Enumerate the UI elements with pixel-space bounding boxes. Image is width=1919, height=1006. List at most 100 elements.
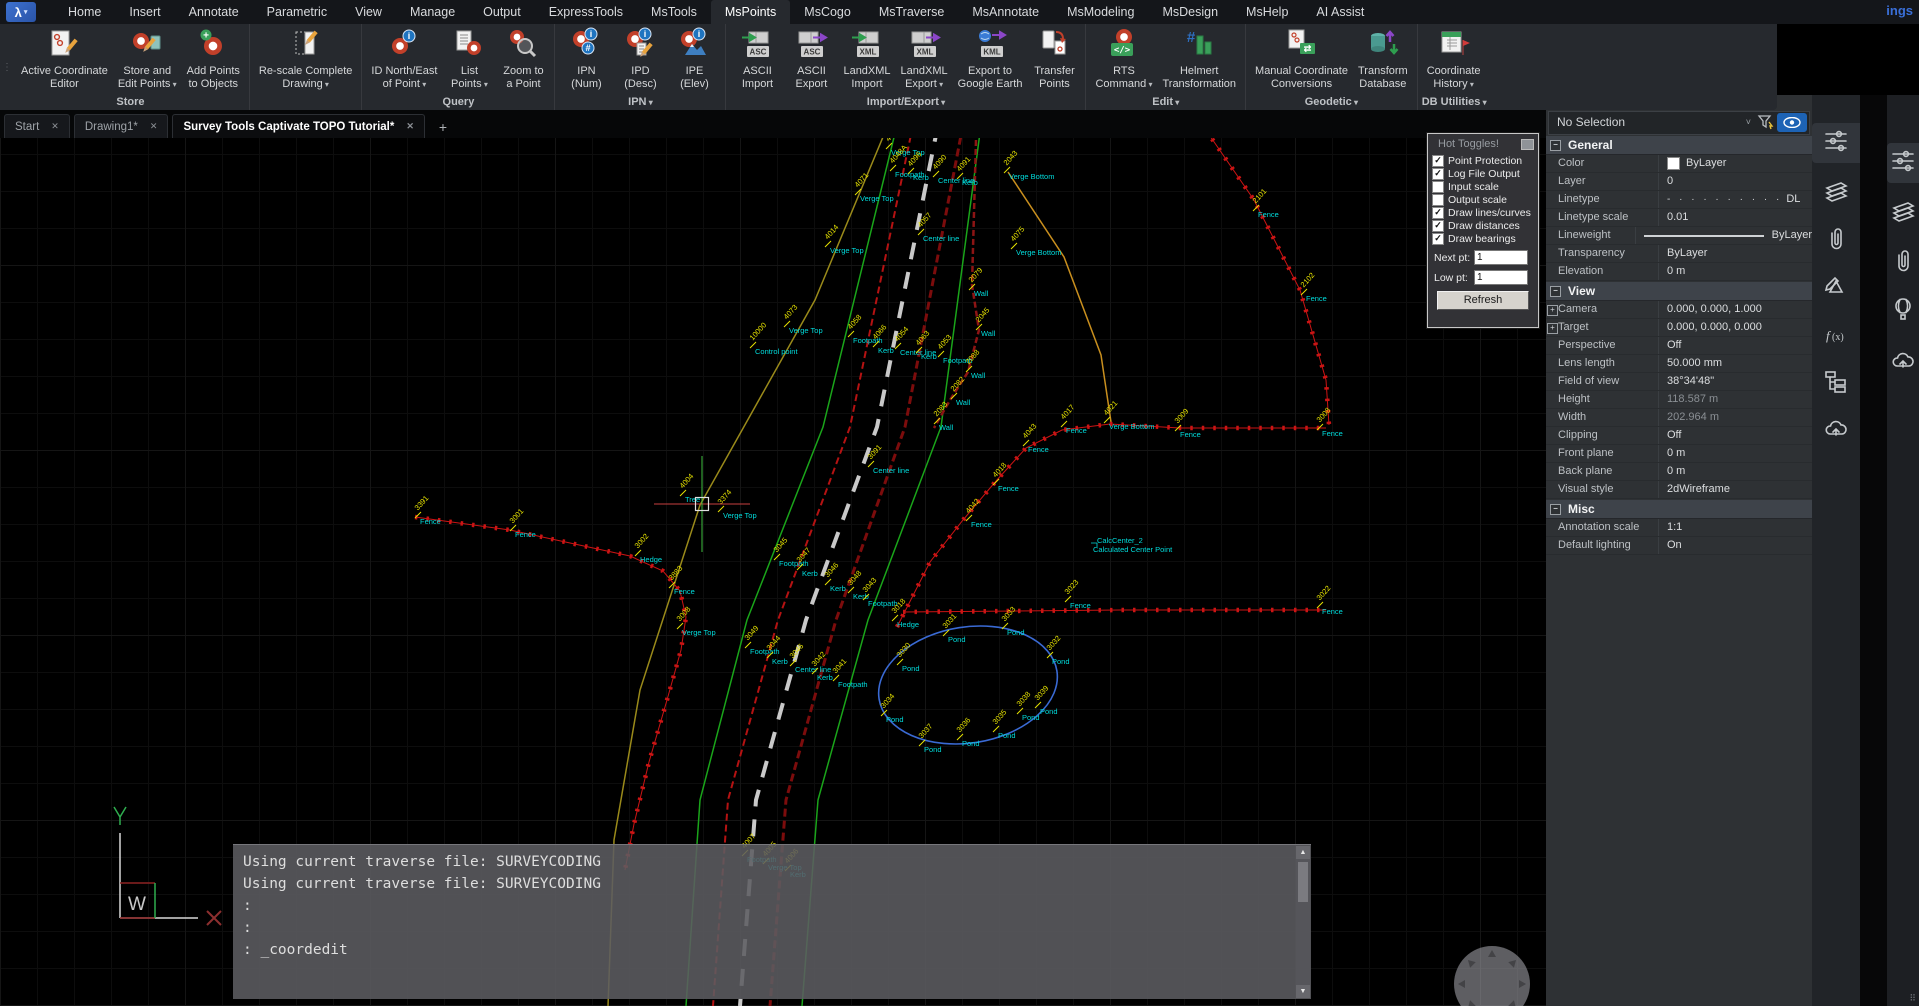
menu-item-output[interactable]: Output xyxy=(469,0,535,24)
toggle-output-scale[interactable]: Output scale xyxy=(1432,193,1538,206)
scroll-up-icon[interactable]: ▲ xyxy=(1296,846,1310,859)
ribbon-button-id-north-east-of-point[interactable]: iID North/Eastof Point ▾ xyxy=(366,26,442,92)
menu-item-mspoints[interactable]: MsPoints xyxy=(711,0,790,24)
property-value[interactable]: 38°34'48" xyxy=(1659,373,1812,390)
ribbon-group-label[interactable]: IPN ▾ xyxy=(559,95,721,110)
resize-grip[interactable]: ⠿ xyxy=(1909,993,1917,1004)
property-value[interactable]: Off xyxy=(1659,337,1812,354)
document-tab-2[interactable]: Survey Tools Captivate TOPO Tutorial*✕ xyxy=(172,114,424,138)
checkbox-icon[interactable] xyxy=(1432,181,1444,193)
command-history[interactable]: Using current traverse file: SURVEYCODIN… xyxy=(243,851,1291,961)
ribbon-button-landxml-export[interactable]: XMLLandXMLExport ▾ xyxy=(896,26,953,92)
new-tab-button[interactable]: + xyxy=(433,119,453,138)
property-value[interactable]: 0 m xyxy=(1659,463,1812,480)
command-line-panel[interactable]: Using current traverse file: SURVEYCODIN… xyxy=(233,844,1311,999)
property-value[interactable]: 0.000, 0.000, 1.000 xyxy=(1659,301,1812,318)
menu-item-mstools[interactable]: MsTools xyxy=(637,0,711,24)
property-value[interactable]: 0 xyxy=(1659,173,1812,190)
close-icon[interactable]: ✕ xyxy=(150,121,158,132)
ribbon-button-ascii-export[interactable]: ASCASCIIExport xyxy=(784,26,838,91)
toggle-log-file-output[interactable]: ✓Log File Output xyxy=(1432,167,1538,180)
menu-item-view[interactable]: View xyxy=(341,0,396,24)
property-value[interactable]: 0.01 xyxy=(1659,209,1812,226)
cloud-panel-tab[interactable] xyxy=(1887,343,1919,383)
checkbox-icon[interactable]: ✓ xyxy=(1432,168,1444,180)
collapse-icon[interactable]: − xyxy=(1550,140,1561,151)
scrollbar-thumb[interactable] xyxy=(1298,862,1308,902)
checkbox-icon[interactable]: ✓ xyxy=(1432,207,1444,219)
menu-item-expresstools[interactable]: ExpressTools xyxy=(535,0,637,24)
collapse-icon[interactable]: − xyxy=(1550,286,1561,297)
ribbon-button-manual-coordinate-conversions[interactable]: ⇄Manual CoordinateConversions xyxy=(1250,26,1353,91)
menu-item-parametric[interactable]: Parametric xyxy=(253,0,341,24)
expand-icon[interactable]: + xyxy=(1547,323,1558,334)
ribbon-group-label[interactable]: Geodetic ▾ xyxy=(1250,95,1413,110)
property-value[interactable]: 0 m xyxy=(1659,445,1812,462)
menu-item-annotate[interactable]: Annotate xyxy=(175,0,253,24)
ribbon-button-ipn-num-[interactable]: i#IPN(Num) xyxy=(559,26,613,91)
section-header[interactable]: −Misc xyxy=(1546,500,1812,519)
ribbon-button-active-coordinate-editor[interactable]: Active CoordinateEditor xyxy=(16,26,113,91)
ribbon-button-transform-database[interactable]: TransformDatabase xyxy=(1353,26,1413,91)
ribbon-button-re-scale-complete-drawing[interactable]: Re-scale CompleteDrawing ▾ xyxy=(254,26,358,92)
cloud-panel-tab[interactable] xyxy=(1812,411,1860,451)
menu-item-mshelp[interactable]: MsHelp xyxy=(1232,0,1302,24)
menu-item-msmodeling[interactable]: MsModeling xyxy=(1053,0,1148,24)
selection-dropdown[interactable]: No Selection ˅ xyxy=(1548,111,1810,135)
app-logo[interactable]: λ▾ xyxy=(6,2,36,22)
property-value[interactable]: 118.587 m xyxy=(1659,391,1812,408)
navigation-wheel[interactable] xyxy=(1453,945,1531,1006)
command-scrollbar[interactable]: ▲ ▼ xyxy=(1296,846,1310,998)
ribbon-button-zoom-to-a-point[interactable]: Zoom toa Point xyxy=(496,26,550,91)
toggle-input-scale[interactable]: Input scale xyxy=(1432,180,1538,193)
ribbon-button-helmert-transformation[interactable]: #HelmertTransformation xyxy=(1157,26,1241,91)
visibility-eye-button[interactable] xyxy=(1777,113,1807,132)
filter-icon[interactable] xyxy=(1757,114,1775,130)
property-value[interactable]: On xyxy=(1659,537,1812,554)
toggle-draw-lines-curves[interactable]: ✓Draw lines/curves xyxy=(1432,206,1538,219)
document-tab-1[interactable]: Drawing1*✕ xyxy=(74,114,169,138)
refresh-button[interactable]: Refresh xyxy=(1437,291,1529,310)
balloon-panel-tab[interactable] xyxy=(1887,291,1919,331)
color-swatch[interactable] xyxy=(1667,157,1680,170)
layers-panel-tab[interactable] xyxy=(1887,193,1919,233)
ribbon-button-coordinate-history[interactable]: CoordinateHistory ▾ xyxy=(1422,26,1486,92)
menubar-right-badge[interactable]: ings xyxy=(1886,3,1913,18)
property-value[interactable]: Off xyxy=(1659,427,1812,444)
attachments-panel-tab[interactable] xyxy=(1812,221,1860,261)
property-value[interactable]: 0 m xyxy=(1659,263,1812,280)
field-input[interactable] xyxy=(1474,270,1528,285)
section-header[interactable]: −View xyxy=(1546,282,1812,301)
structure-panel-tab[interactable] xyxy=(1812,363,1860,403)
ribbon-button-export-to-google-earth[interactable]: KMLExport toGoogle Earth xyxy=(953,26,1028,91)
ribbon-button-add-points-to-objects[interactable]: +Add Pointsto Objects xyxy=(182,26,245,91)
fields-panel-tab[interactable]: f(x) xyxy=(1812,317,1860,357)
document-tab-start[interactable]: Start✕ xyxy=(4,114,70,138)
property-value[interactable]: 2dWireframe xyxy=(1659,481,1812,498)
property-value[interactable]: 0.000, 0.000, 0.000 xyxy=(1659,319,1812,336)
toggle-draw-distances[interactable]: ✓Draw distances xyxy=(1432,219,1538,232)
close-icon[interactable]: ✕ xyxy=(51,121,59,132)
ribbon-button-rts-command[interactable]: </>RTSCommand ▾ xyxy=(1090,26,1157,92)
ribbon-drag-handle[interactable]: ⋮ xyxy=(0,24,12,110)
menu-item-manage[interactable]: Manage xyxy=(396,0,469,24)
collapse-icon[interactable]: − xyxy=(1550,504,1561,515)
properties-panel-tab[interactable] xyxy=(1887,143,1919,183)
toggle-point-protection[interactable]: ✓Point Protection xyxy=(1432,154,1538,167)
menu-item-home[interactable]: Home xyxy=(54,0,115,24)
ribbon-button-ipe-elev-[interactable]: iIPE(Elev) xyxy=(667,26,721,91)
section-header[interactable]: −General xyxy=(1546,136,1812,155)
checkbox-icon[interactable] xyxy=(1432,194,1444,206)
menu-item-msdesign[interactable]: MsDesign xyxy=(1148,0,1232,24)
toggle-draw-bearings[interactable]: ✓Draw bearings xyxy=(1432,232,1538,245)
ribbon-group-label[interactable]: DB Utilities ▾ xyxy=(1422,95,1487,110)
property-value[interactable]: ByLayer xyxy=(1659,155,1812,172)
ribbon-button-ipd-desc-[interactable]: iIPD(Desc) xyxy=(613,26,667,91)
checkbox-icon[interactable]: ✓ xyxy=(1432,155,1444,167)
ribbon-group-label[interactable]: Edit ▾ xyxy=(1090,95,1241,110)
render-panel-tab[interactable] xyxy=(1812,267,1860,307)
field-input[interactable] xyxy=(1474,250,1528,265)
drawing-canvas[interactable]: 4049Verge Top4048AFootpath4096Kerb4090Ce… xyxy=(0,138,1546,1006)
ribbon-button-ascii-import[interactable]: ASCASCIIImport xyxy=(730,26,784,91)
property-value[interactable]: ByLayer xyxy=(1659,245,1812,262)
